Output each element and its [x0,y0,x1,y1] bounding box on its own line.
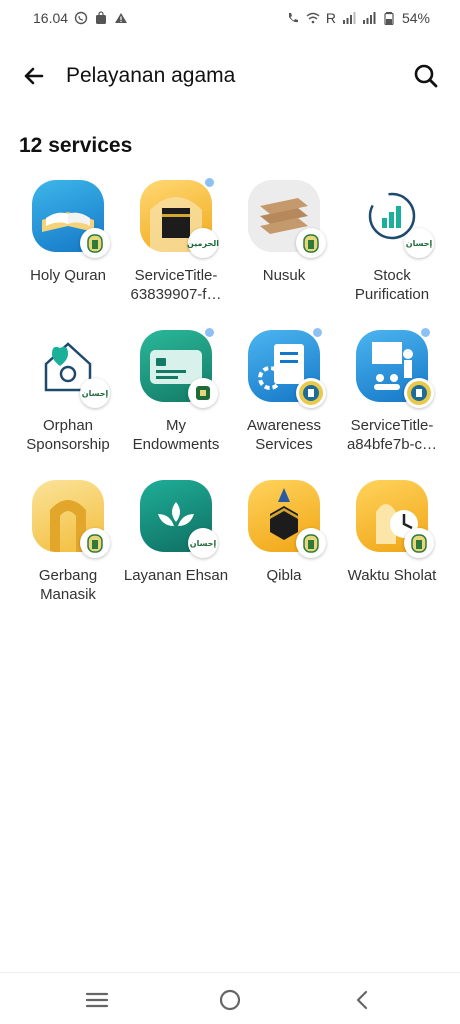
ministry-badge-icon [80,528,110,558]
arrow-left-icon[interactable] [18,60,50,92]
menu-icon[interactable] [84,987,110,1013]
service-label: Orphan Sponsorship [26,417,110,453]
home-icon[interactable] [217,987,243,1013]
ministry-badge-icon [296,228,326,258]
status-bar: 16.04 R 54% [0,0,460,36]
ehsan-badge-icon: إحسان [188,528,218,558]
ministry-seal-badge-icon [296,378,326,408]
ehsan-badge-icon: إحسان [404,228,434,258]
ministry-badge-icon [404,528,434,558]
services-grid: Holy Quran الحرمين ServiceTitle-63839907… [14,176,446,606]
haramain-badge-icon: الحرمين [187,228,219,258]
bag-icon [96,11,107,24]
service-label: Gerbang Manasik [38,567,98,603]
service-label: Qibla [266,567,302,584]
ministry-badge-icon [80,228,110,258]
service-awareness-services[interactable]: Awareness Services [230,326,338,456]
battery-level: 54% [401,10,430,26]
service-label: Stock Purification [354,267,430,303]
service-haramain[interactable]: الحرمين ServiceTitle-63839907-f… [122,176,230,306]
new-indicator [421,328,430,337]
wifi-call-icon [288,13,298,23]
system-nav-bar [0,972,460,1024]
battery-icon [384,12,394,25]
new-indicator [205,178,214,187]
status-time: 16.04 [33,10,69,26]
search-icon[interactable] [410,60,442,92]
awqaf-badge-icon [188,378,218,408]
service-orphan-sponsorship[interactable]: إحسان Orphan Sponsorship [14,326,122,456]
service-label: Awareness Services [247,417,321,453]
service-label: ServiceTitle-a84bfe7b-c… [346,417,438,453]
services-count: 12 services [19,134,133,157]
service-layanan-ehsan[interactable]: إحسان Layanan Ehsan [122,476,230,606]
alert-icon [115,13,128,23]
service-label: Nusuk [262,267,306,284]
signal-icon [362,12,376,24]
new-indicator [313,328,322,337]
service-presentation[interactable]: ServiceTitle-a84bfe7b-c… [338,326,446,456]
whatsapp-icon [74,11,88,25]
service-nusuk[interactable]: Nusuk [230,176,338,306]
service-label: ServiceTitle-63839907-f… [130,267,222,303]
wifi-icon [306,12,320,24]
service-gerbang-manasik[interactable]: Gerbang Manasik [14,476,122,606]
status-right: R 54% [286,10,430,26]
service-waktu-sholat[interactable]: Waktu Sholat [338,476,446,606]
service-my-endowments[interactable]: My Endowments [122,326,230,456]
service-stock-purification[interactable]: إحسان Stock Purification [338,176,446,306]
page-title: Pelayanan agama [66,64,236,87]
ministry-seal-badge-icon [404,378,434,408]
signal-icon [342,12,356,24]
service-label: My Endowments [132,417,220,453]
ehsan-badge-icon: إحسان [80,378,110,408]
app-header: Pelayanan agama [0,50,460,104]
service-label: Holy Quran [30,267,106,284]
status-carrier: R [325,10,336,26]
back-icon[interactable] [350,987,376,1013]
status-left: 16.04 [33,10,128,26]
service-label: Waktu Sholat [347,567,437,584]
service-label: Layanan Ehsan [123,567,229,584]
new-indicator [205,328,214,337]
service-qibla[interactable]: Qibla [230,476,338,606]
service-holy-quran[interactable]: Holy Quran [14,176,122,306]
ministry-badge-icon [296,528,326,558]
